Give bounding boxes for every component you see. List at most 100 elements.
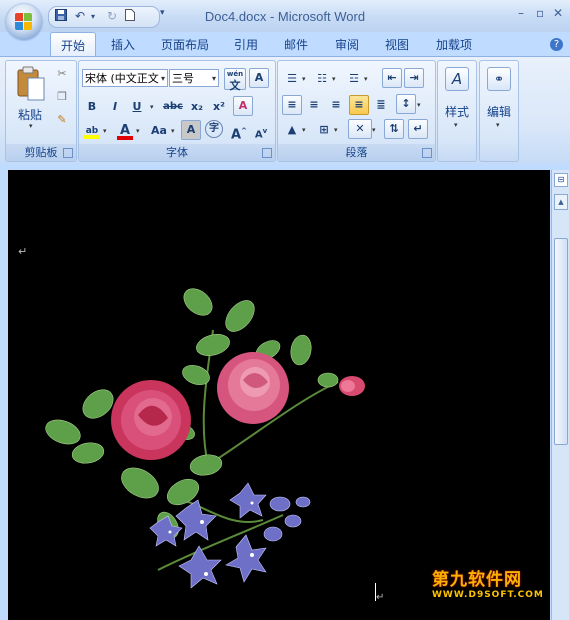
- sort-icon[interactable]: ⇅: [384, 119, 404, 139]
- ribbon-tabs: 开始 插入 页面布局 引用 邮件 审阅 视图 加载项: [0, 32, 570, 56]
- paragraph-launcher-icon[interactable]: [422, 148, 432, 158]
- office-button[interactable]: [6, 4, 42, 40]
- styles-dropdown-icon: ▾: [454, 121, 458, 129]
- ribbon: 粘贴 ▾ ✂ ❐ ✎ 剪贴板 宋体 (中文正文 ▾ 三号 ▾ wén 文 A B…: [0, 56, 570, 165]
- bold-button[interactable]: B: [82, 97, 102, 117]
- shading-dropdown-icon[interactable]: ▾: [302, 126, 306, 134]
- view-ruler-icon[interactable]: ⊟: [554, 173, 568, 187]
- show-hide-marks-icon[interactable]: ↵: [408, 119, 428, 139]
- change-case-dropdown-icon[interactable]: ▾: [171, 127, 175, 135]
- borders-icon[interactable]: ⊞: [314, 120, 334, 140]
- font-color-swatch: [117, 136, 133, 140]
- align-left-icon[interactable]: ≡: [282, 95, 302, 115]
- multilevel-list-icon[interactable]: ☲: [344, 69, 364, 89]
- phonetic-guide-button[interactable]: wén 文: [224, 68, 246, 92]
- distributed-icon[interactable]: ≣: [371, 95, 391, 115]
- clipboard-launcher-icon[interactable]: [63, 148, 73, 158]
- shrink-font-button[interactable]: Av: [251, 121, 271, 141]
- cut-icon[interactable]: ✂: [52, 64, 72, 84]
- shading-icon[interactable]: ▲: [282, 120, 302, 140]
- subscript-button[interactable]: x₂: [187, 97, 207, 117]
- bullets-icon[interactable]: ☰: [282, 69, 302, 89]
- tab-mailings[interactable]: 邮件: [284, 36, 308, 53]
- increase-indent-icon[interactable]: ⇥: [404, 68, 424, 88]
- rose-bouquet-image[interactable]: [8, 170, 550, 620]
- paste-button[interactable]: 粘贴 ▾: [10, 64, 52, 136]
- tab-insert[interactable]: 插入: [111, 36, 135, 53]
- styles-label: 样式: [445, 105, 470, 119]
- enclose-characters-button[interactable]: 字: [205, 120, 223, 138]
- clear-formatting-button[interactable]: A: [233, 96, 253, 116]
- paragraph-group-label: 段落: [278, 144, 435, 161]
- bullets-dropdown-icon[interactable]: ▾: [302, 75, 306, 83]
- line-spacing-dropdown-icon[interactable]: ▾: [417, 101, 421, 109]
- title-bar: ↶ ▾ ↻ ▾ Doc4.docx - Microsoft Word – ▫ ✕: [0, 0, 570, 32]
- multilevel-list-dropdown-icon[interactable]: ▾: [364, 75, 368, 83]
- watermark-logo: 第九软件网 WWW.D9SOFT.COM: [432, 565, 544, 600]
- phonetic-guide-label: wén: [226, 70, 244, 78]
- underline-button[interactable]: U: [127, 97, 147, 117]
- chinese-layout-dropdown-icon[interactable]: ▾: [372, 126, 376, 134]
- font-color-button[interactable]: A: [115, 121, 135, 141]
- numbering-dropdown-icon[interactable]: ▾: [332, 75, 336, 83]
- phonetic-guide-char: 文: [229, 79, 241, 92]
- scroll-thumb[interactable]: [554, 238, 568, 445]
- borders-dropdown-icon[interactable]: ▾: [334, 126, 338, 134]
- font-size-combo[interactable]: 三号 ▾: [169, 69, 219, 87]
- editing-group[interactable]: ⚭ 编辑 ▾: [479, 60, 519, 162]
- paste-dropdown-icon: ▾: [29, 122, 33, 130]
- document-page[interactable]: [8, 170, 550, 620]
- copy-icon[interactable]: ❐: [52, 87, 72, 107]
- paragraph-mark-end: ↵: [376, 592, 385, 603]
- chinese-layout-icon[interactable]: ✕: [348, 119, 372, 139]
- decrease-indent-icon[interactable]: ⇤: [382, 68, 402, 88]
- watermark-url: WWW.D9SOFT.COM: [432, 590, 544, 600]
- office-logo-icon: [15, 13, 33, 31]
- grow-font-label: A: [231, 127, 242, 143]
- format-painter-icon[interactable]: ✎: [52, 110, 72, 130]
- tab-home[interactable]: 开始: [50, 32, 97, 56]
- align-right-icon[interactable]: ≡: [326, 95, 346, 115]
- font-size-value: 三号: [172, 72, 194, 85]
- tab-add-ins[interactable]: 加载项: [436, 36, 472, 53]
- font-launcher-icon[interactable]: [262, 148, 272, 158]
- italic-button[interactable]: I: [105, 97, 125, 117]
- paste-icon: [17, 66, 45, 101]
- minimize-button[interactable]: –: [518, 6, 524, 20]
- tab-references[interactable]: 引用: [234, 36, 258, 53]
- highlight-button[interactable]: ab: [82, 121, 102, 141]
- restore-button[interactable]: ▫: [536, 6, 544, 20]
- line-spacing-icon[interactable]: ↕: [396, 94, 416, 114]
- align-center-icon[interactable]: ≡: [304, 95, 324, 115]
- styles-group[interactable]: A 样式 ▾: [437, 60, 477, 162]
- highlight-dropdown-icon[interactable]: ▾: [103, 127, 107, 135]
- font-group: 宋体 (中文正文 ▾ 三号 ▾ wén 文 A B I U ▾ abc x₂ x…: [78, 60, 276, 162]
- font-color-dropdown-icon[interactable]: ▾: [136, 127, 140, 135]
- character-shading-button[interactable]: A: [181, 120, 201, 140]
- font-size-dropdown-icon[interactable]: ▾: [212, 70, 216, 88]
- underline-dropdown-icon[interactable]: ▾: [150, 103, 154, 111]
- change-case-button[interactable]: Aa: [147, 121, 171, 141]
- tab-page-layout[interactable]: 页面布局: [161, 36, 209, 53]
- vertical-scrollbar[interactable]: ⊟ ▲: [551, 170, 569, 620]
- numbering-icon[interactable]: ☷: [312, 69, 332, 89]
- font-name-combo[interactable]: 宋体 (中文正文 ▾: [82, 69, 168, 87]
- help-button[interactable]: ?: [550, 38, 563, 51]
- clipboard-group: 粘贴 ▾ ✂ ❐ ✎ 剪贴板: [5, 60, 77, 162]
- scroll-up-icon[interactable]: ▲: [554, 194, 568, 210]
- binoculars-icon: ⚭: [487, 67, 511, 91]
- editing-label: 编辑: [487, 105, 512, 119]
- paste-label: 粘贴: [18, 108, 43, 122]
- close-button[interactable]: ✕: [553, 6, 563, 20]
- tab-review[interactable]: 审阅: [335, 36, 359, 53]
- grow-font-button[interactable]: A^: [229, 121, 249, 143]
- superscript-button[interactable]: x²: [209, 97, 229, 117]
- tab-view[interactable]: 视图: [385, 36, 409, 53]
- paragraph-group: ☰ ▾ ☷ ▾ ☲ ▾ ⇤ ⇥ ≡ ≡ ≡ ≡ ≣ ↕ ▾ ▲ ▾ ⊞ ▾ ✕ …: [277, 60, 436, 162]
- shrink-font-label: A: [254, 129, 263, 141]
- font-name-value: 宋体 (中文正文: [85, 72, 159, 85]
- strikethrough-button[interactable]: abc: [161, 97, 185, 117]
- character-border-button[interactable]: A: [249, 68, 269, 88]
- font-name-dropdown-icon[interactable]: ▾: [161, 70, 165, 88]
- justify-icon[interactable]: ≡: [349, 95, 369, 115]
